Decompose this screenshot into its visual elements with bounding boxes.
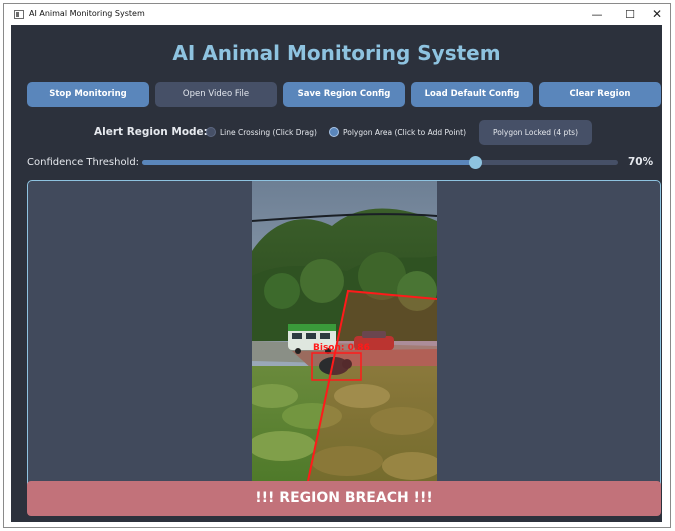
confidence-slider[interactable] bbox=[142, 156, 618, 169]
line-crossing-radio[interactable] bbox=[206, 127, 216, 137]
stop-monitoring-button[interactable]: Stop Monitoring bbox=[27, 82, 149, 107]
video-panel[interactable]: Bison: 0.86 bbox=[27, 180, 661, 514]
save-region-config-button[interactable]: Save Region Config bbox=[283, 82, 405, 107]
video-frame-image: Bison: 0.86 bbox=[252, 181, 437, 481]
load-default-config-button[interactable]: Load Default Config bbox=[411, 82, 533, 107]
app-content: AI Animal Monitoring System Stop Monitor… bbox=[11, 25, 662, 522]
app-window: AI Animal Monitoring System — ☐ ✕ AI Ani… bbox=[3, 3, 671, 528]
minimize-button[interactable]: — bbox=[582, 4, 612, 25]
clear-region-button[interactable]: Clear Region bbox=[539, 82, 661, 107]
region-breach-alert: !!! REGION BREACH !!! bbox=[27, 481, 661, 516]
polygon-locked-button[interactable]: Polygon Locked (4 pts) bbox=[479, 120, 592, 145]
confidence-value: 70% bbox=[628, 156, 654, 168]
polygon-area-radio-label[interactable]: Polygon Area (Click to Add Point) bbox=[343, 128, 466, 137]
maximize-button[interactable]: ☐ bbox=[615, 4, 645, 25]
confidence-threshold-label: Confidence Threshold: bbox=[27, 157, 140, 168]
app-window-icon bbox=[14, 10, 24, 19]
detection-label: Bison: 0.86 bbox=[313, 343, 370, 353]
line-crossing-radio-label[interactable]: Line Crossing (Click Drag) bbox=[220, 128, 317, 137]
confidence-slider-fill bbox=[142, 160, 476, 165]
video-frame[interactable]: Bison: 0.86 bbox=[252, 181, 437, 481]
confidence-slider-handle[interactable] bbox=[469, 156, 483, 169]
title-bar[interactable]: AI Animal Monitoring System — ☐ ✕ bbox=[4, 4, 670, 25]
close-button[interactable]: ✕ bbox=[642, 4, 670, 25]
open-video-file-button[interactable]: Open Video File bbox=[155, 82, 277, 107]
polygon-area-radio[interactable] bbox=[329, 127, 339, 137]
region-mode-label: Alert Region Mode: bbox=[94, 126, 208, 138]
window-title: AI Animal Monitoring System bbox=[29, 9, 145, 18]
page-title: AI Animal Monitoring System bbox=[172, 41, 501, 65]
